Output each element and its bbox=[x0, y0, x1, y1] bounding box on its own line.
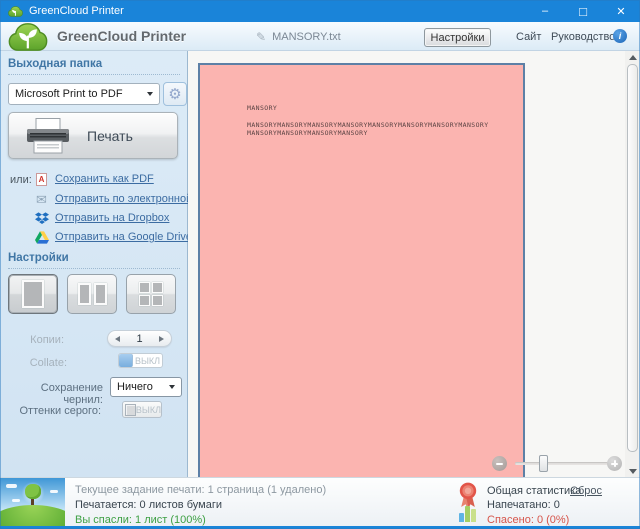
header: GreenCloud Printer ✎ MANSORY.txt Настрой… bbox=[0, 22, 640, 51]
divider bbox=[8, 268, 180, 269]
window-title: GreenCloud Printer bbox=[29, 5, 124, 17]
zoom-slider-track[interactable] bbox=[515, 462, 608, 465]
toggle-thumb bbox=[125, 403, 136, 416]
reset-stats-link[interactable]: Сброс bbox=[570, 485, 602, 497]
send-dropbox-label: Отправить на Dropbox bbox=[55, 212, 170, 224]
chevron-down-icon bbox=[169, 385, 175, 389]
zoom-in-button[interactable] bbox=[607, 456, 622, 471]
layout-2up-button[interactable] bbox=[67, 274, 117, 314]
document-name[interactable]: ✎ MANSORY.txt bbox=[256, 30, 341, 44]
collate-label: Collate: bbox=[29, 357, 67, 369]
email-icon: ✉ bbox=[36, 191, 47, 207]
ink-saving-value: Ничего bbox=[117, 381, 153, 393]
site-link[interactable]: Сайт bbox=[516, 31, 541, 43]
toggle-thumb bbox=[119, 354, 133, 367]
preview-page: MANSORY MANSORYMANSORYMANSORYMANSORYMANS… bbox=[198, 63, 525, 477]
chevron-down-icon bbox=[147, 92, 153, 96]
printer-settings-button[interactable]: ⚙ bbox=[163, 82, 187, 106]
dropbox-icon bbox=[34, 211, 49, 224]
ink-saving-label: Сохранение чернил: bbox=[40, 382, 103, 406]
guide-link[interactable]: Руководство bbox=[551, 31, 615, 43]
one-page-icon bbox=[22, 280, 44, 308]
or-label: или: bbox=[10, 174, 32, 186]
ink-saving-select[interactable]: Ничего bbox=[110, 377, 182, 397]
divider bbox=[8, 74, 180, 75]
status-footer: Текущее задание печати: 1 страница (1 уд… bbox=[0, 477, 640, 527]
layout-1up-button[interactable] bbox=[8, 274, 58, 314]
page-heading-text: MANSORY bbox=[247, 104, 278, 112]
copies-value: 1 bbox=[136, 332, 143, 345]
grayscale-toggle[interactable]: ВЫКЛ bbox=[122, 401, 162, 418]
scroll-down-icon[interactable] bbox=[629, 469, 637, 474]
google-drive-icon bbox=[34, 230, 49, 244]
print-button-label: Печать bbox=[87, 127, 133, 144]
zoom-out-button[interactable] bbox=[492, 456, 507, 471]
settings-button[interactable]: Настройки bbox=[424, 28, 491, 47]
settings-section-title: Настройки bbox=[8, 252, 69, 264]
save-as-pdf-label: Сохранить как PDF bbox=[55, 173, 154, 185]
grayscale-state: ВЫКЛ bbox=[135, 404, 161, 415]
copies-stepper[interactable]: 1 bbox=[107, 330, 172, 347]
collate-state: ВЫКЛ bbox=[134, 355, 161, 366]
printer-icon bbox=[27, 117, 69, 153]
app-title: GreenCloud Printer bbox=[57, 28, 187, 44]
vertical-scrollbar[interactable] bbox=[625, 51, 640, 477]
scroll-up-icon[interactable] bbox=[629, 55, 637, 60]
edit-pencil-icon: ✎ bbox=[256, 30, 267, 44]
send-gdrive-label: Отправить на Google Drive bbox=[55, 231, 193, 243]
sidebar: Выходная папка Microsoft Print to PDF ⚙ … bbox=[0, 51, 224, 477]
saved-total-text: Спасено: 0 (0%) bbox=[487, 514, 570, 526]
printed-total-text: Напечатано: 0 bbox=[487, 499, 560, 511]
increment-icon[interactable] bbox=[159, 335, 164, 342]
maximize-button[interactable]: □ bbox=[564, 0, 602, 22]
you-saved-text: Вы спасли: 1 лист (100%) bbox=[75, 514, 206, 526]
scrollbar-thumb[interactable] bbox=[627, 64, 638, 452]
info-icon[interactable]: i bbox=[613, 29, 627, 43]
print-preview-area: MANSORY MANSORYMANSORYMANSORYMANSORYMANS… bbox=[188, 51, 640, 477]
eco-tree-image bbox=[0, 478, 65, 527]
save-as-pdf-link[interactable]: Сохранить как PDF bbox=[34, 172, 154, 186]
pdf-icon bbox=[36, 172, 47, 186]
page-body-text: MANSORYMANSORYMANSORYMANSORYMANSORYMANSO… bbox=[247, 121, 489, 137]
document-name-label: MANSORY.txt bbox=[272, 31, 341, 43]
copies-label: Копии: bbox=[30, 334, 64, 346]
zoom-slider-thumb[interactable] bbox=[539, 455, 548, 472]
collate-toggle[interactable]: ВЫКЛ bbox=[118, 353, 163, 368]
grayscale-label: Оттенки серого: bbox=[19, 405, 101, 417]
send-dropbox-link[interactable]: Отправить на Dropbox bbox=[34, 211, 169, 225]
close-button[interactable]: ✕ bbox=[602, 0, 640, 22]
four-page-icon bbox=[139, 282, 163, 306]
current-job-text: Текущее задание печати: 1 страница (1 уд… bbox=[75, 484, 327, 496]
output-folder-title: Выходная папка bbox=[8, 58, 103, 70]
bar-chart-icon bbox=[459, 503, 480, 522]
printing-text: Печатается: 0 листов бумаги bbox=[75, 499, 222, 511]
two-page-icon bbox=[77, 283, 91, 305]
gear-icon: ⚙ bbox=[168, 86, 182, 103]
stats-title: Общая статистика bbox=[487, 485, 582, 497]
layout-4up-button[interactable] bbox=[126, 274, 176, 314]
print-button[interactable]: Печать bbox=[8, 112, 178, 159]
send-gdrive-link[interactable]: Отправить на Google Drive bbox=[34, 230, 192, 244]
title-bar: GreenCloud Printer – □ ✕ bbox=[0, 0, 640, 22]
minimize-button[interactable]: – bbox=[526, 0, 564, 22]
printer-select[interactable]: Microsoft Print to PDF bbox=[8, 83, 160, 105]
printer-select-value: Microsoft Print to PDF bbox=[15, 88, 123, 100]
greencloud-printer-window: GreenCloud Printer – □ ✕ GreenCloud Prin… bbox=[0, 0, 640, 529]
app-icon bbox=[8, 5, 23, 17]
greencloud-logo bbox=[8, 23, 48, 51]
decrement-icon[interactable] bbox=[115, 335, 120, 342]
